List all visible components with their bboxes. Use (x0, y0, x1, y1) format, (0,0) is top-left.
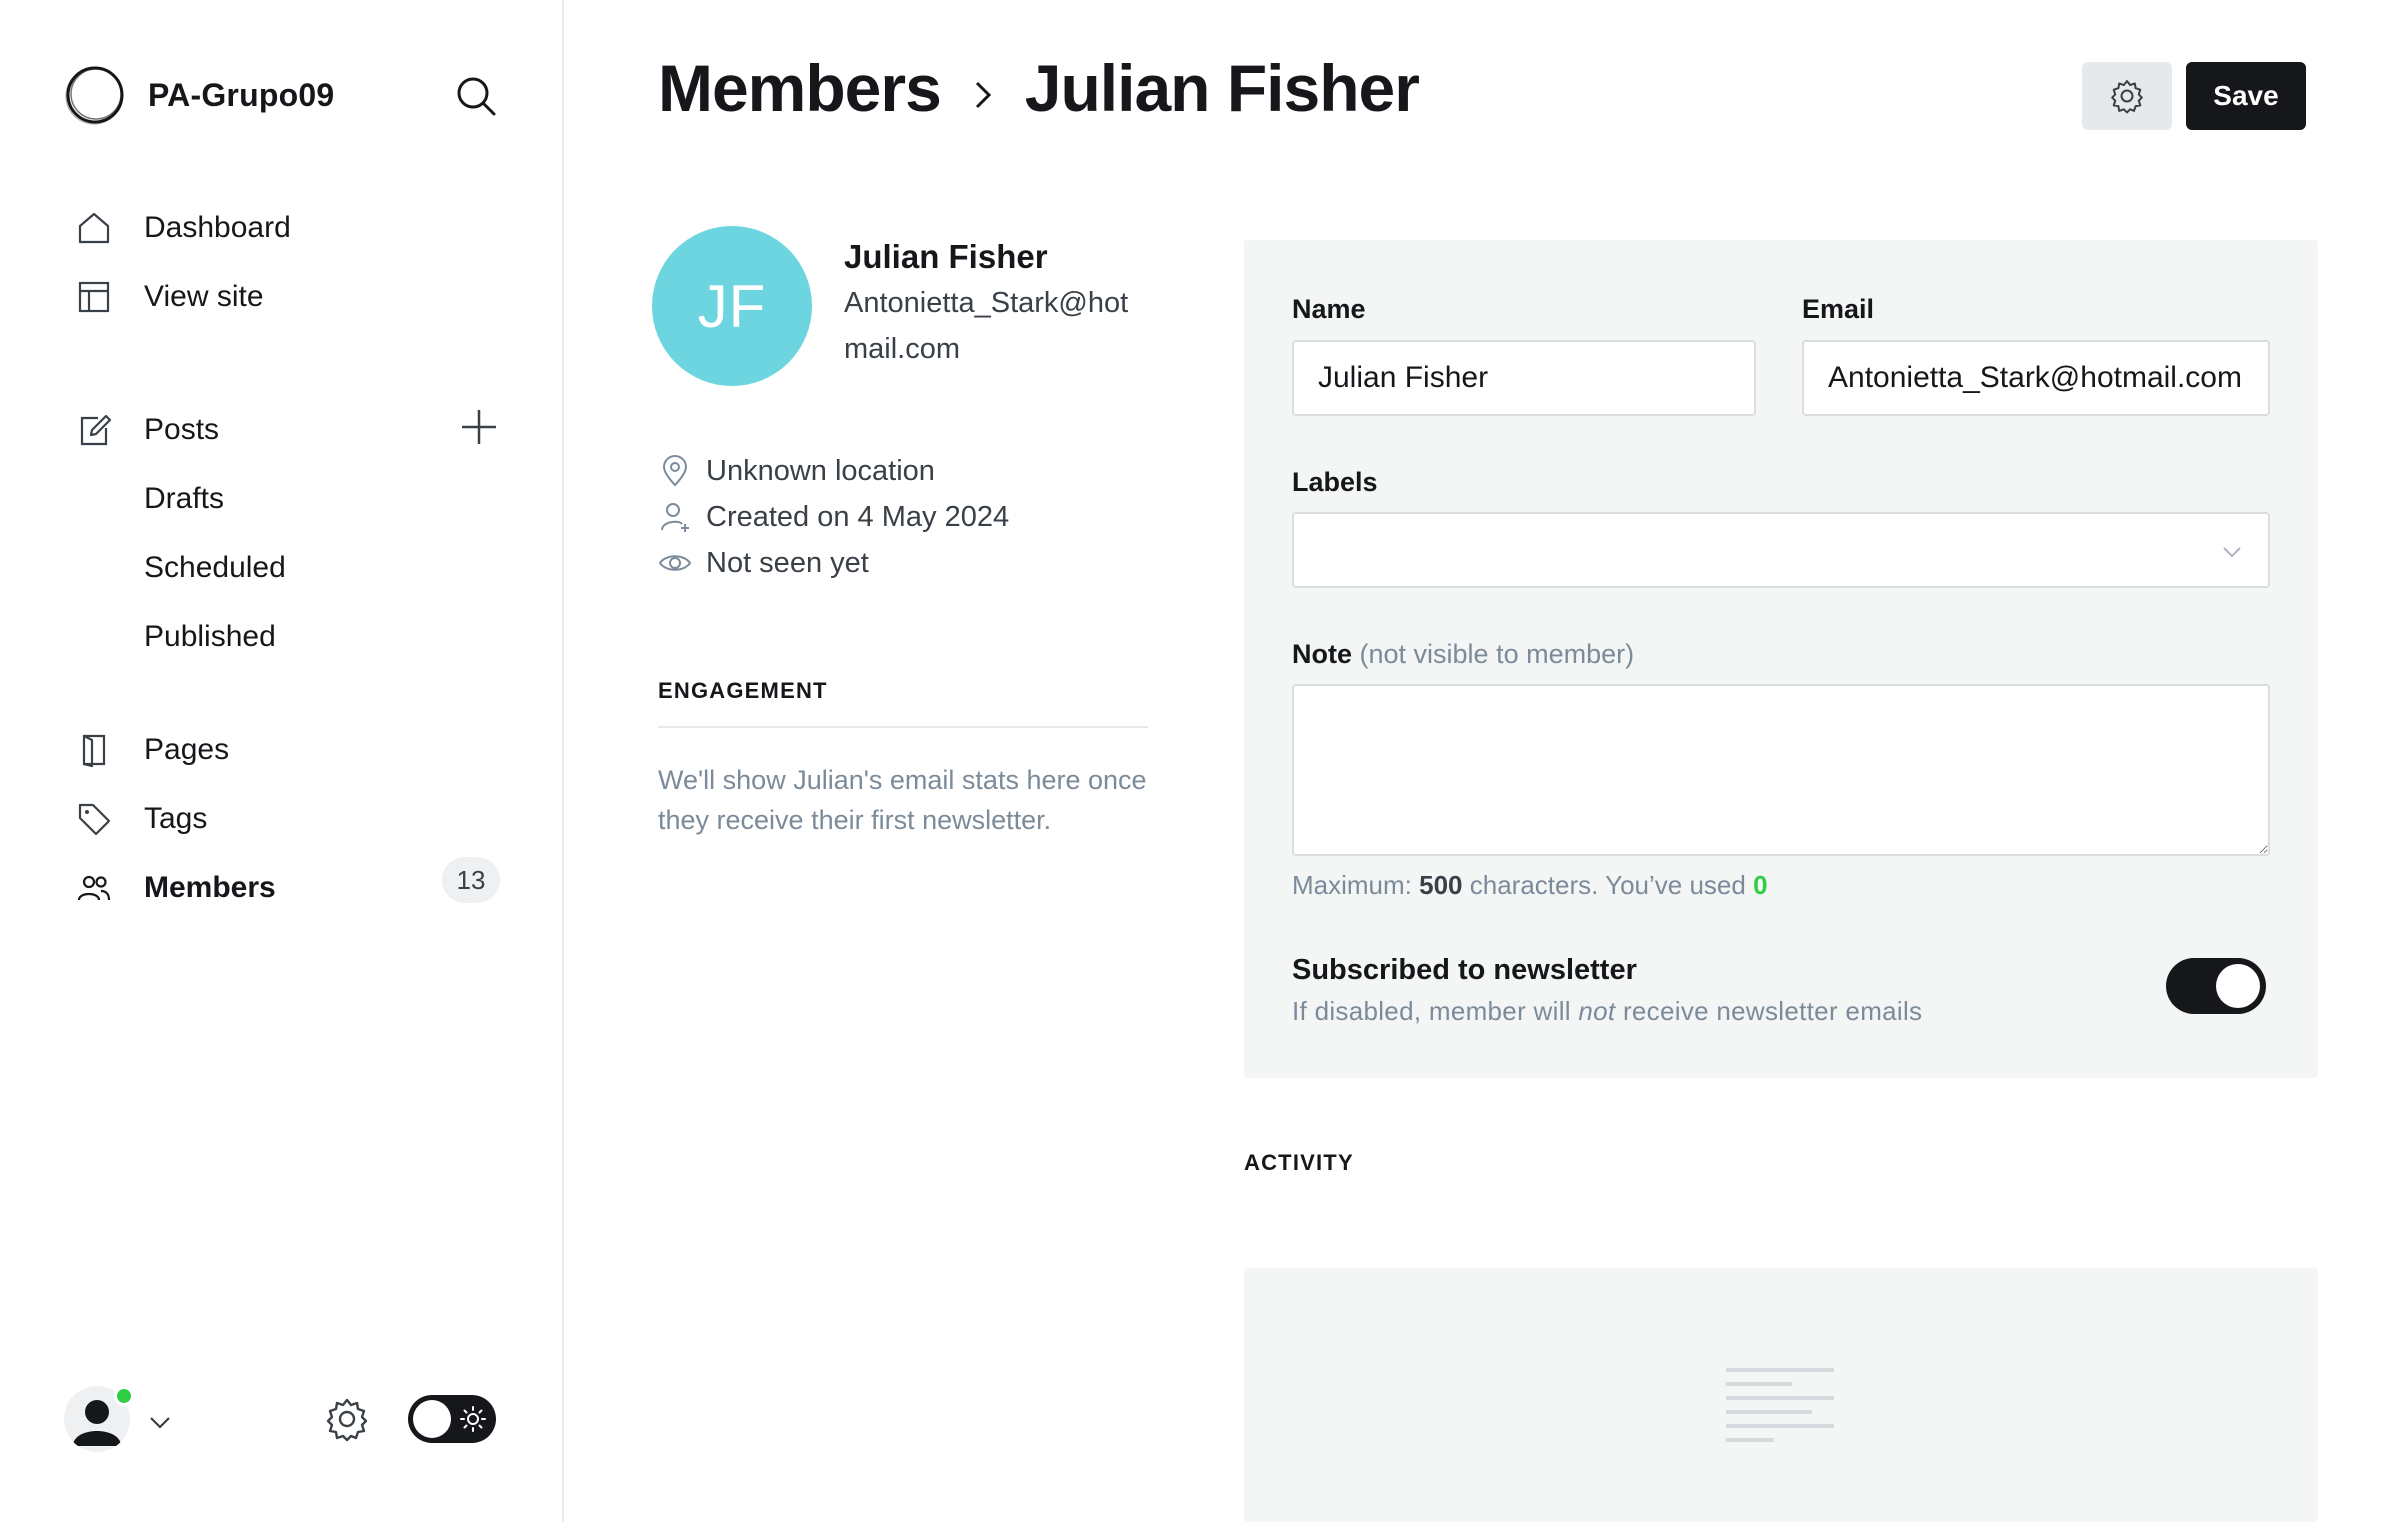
search-icon[interactable] (452, 72, 500, 120)
chevron-down-icon[interactable] (146, 1408, 174, 1436)
breadcrumb-members-link[interactable]: Members (658, 50, 942, 126)
name-field[interactable] (1292, 340, 1756, 416)
location-text: Unknown location (706, 454, 935, 487)
sun-icon (460, 1406, 486, 1432)
members-icon (74, 868, 114, 908)
sidebar-item-label: Posts (144, 413, 220, 446)
chevron-right-icon (975, 81, 991, 109)
member-avatar: JF (652, 226, 812, 386)
sidebar-item-label: View site (144, 280, 264, 313)
labels-label: Labels (1292, 467, 1378, 497)
created-text: Created on 4 May 2024 (706, 500, 1010, 533)
engagement-text: We'll show Julian's email stats here onc… (658, 765, 1147, 835)
divider (658, 726, 1148, 728)
location-pin-icon (662, 455, 688, 487)
sidebar-item-tags[interactable]: Tags (74, 794, 207, 844)
page-icon (74, 730, 114, 770)
sidebar-item-drafts[interactable]: Drafts (144, 474, 224, 524)
new-post-plus-icon[interactable] (458, 406, 500, 448)
online-status-dot (114, 1386, 134, 1406)
sidebar-item-label: Published (144, 620, 276, 653)
hint-prefix: Maximum: (1292, 870, 1412, 900)
toggle-knob (2216, 964, 2260, 1008)
members-count-badge: 13 (442, 857, 500, 903)
activity-empty-state-icon (1726, 1368, 1834, 1442)
layout-icon (74, 277, 114, 317)
brand[interactable]: PA-Grupo09 (64, 64, 334, 126)
sidebar-item-view-site[interactable]: View site (74, 272, 264, 322)
note-textarea[interactable] (1292, 684, 2270, 856)
sidebar-item-posts[interactable]: Posts (74, 405, 219, 455)
newsletter-toggle[interactable] (2166, 958, 2266, 1014)
hint-used: 0 (1753, 870, 1768, 900)
member-settings-button[interactable] (2082, 62, 2172, 130)
email-field[interactable] (1802, 340, 2270, 416)
toggle-knob (413, 1400, 451, 1438)
sidebar-item-label: Pages (144, 733, 230, 766)
page-title: Julian Fisher (1024, 51, 1420, 125)
newsletter-title: Subscribed to newsletter (1292, 954, 1637, 986)
site-name: PA-Grupo09 (148, 76, 335, 113)
settings-gear-icon[interactable] (324, 1396, 370, 1442)
sidebar-item-published[interactable]: Published (144, 612, 276, 662)
sidebar-item-dashboard[interactable]: Dashboard (74, 203, 291, 253)
note-char-hint: Maximum: 500 characters. You’ve used 0 (1292, 870, 1768, 901)
sidebar: PA-Grupo09 Dashboard View site Posts Dra… (0, 0, 564, 1522)
note-sublabel: (not visible to member) (1359, 639, 1635, 669)
site-logo-icon (65, 66, 124, 125)
note-label-text: Note (1292, 639, 1352, 669)
hint-max: 500 (1419, 870, 1463, 900)
sidebar-item-pages[interactable]: Pages (74, 725, 229, 775)
name-label: Name (1292, 294, 1366, 324)
save-button[interactable]: Save (2186, 62, 2306, 130)
user-add-icon (661, 503, 689, 532)
sidebar-item-label: Scheduled (144, 551, 286, 584)
member-created: Created on 4 May 2024 (658, 500, 1009, 534)
sidebar-item-label: Members (144, 871, 276, 904)
member-email: Antonietta_Stark@hotmail.com (844, 287, 1129, 365)
sidebar-item-label: Drafts (144, 482, 225, 515)
sidebar-item-members[interactable]: Members (74, 863, 276, 913)
eye-icon (658, 555, 692, 571)
newsletter-desc-emph: not (1578, 996, 1616, 1026)
chevron-down-icon (2223, 547, 2241, 558)
hint-middle: characters. You’ve used (1469, 870, 1746, 900)
member-last-seen: Not seen yet (658, 546, 869, 580)
email-label: Email (1802, 294, 1875, 324)
sidebar-item-scheduled[interactable]: Scheduled (144, 543, 286, 593)
gear-icon (2111, 80, 2143, 114)
last-seen-text: Not seen yet (706, 546, 869, 579)
newsletter-desc-after: receive newsletter emails (1622, 996, 1923, 1026)
breadcrumb: Members Julian Fisher (658, 50, 1420, 126)
member-location: Unknown location (658, 454, 935, 488)
sidebar-item-label: Tags (144, 802, 208, 835)
note-label: Note (not visible to member) (1292, 639, 1634, 670)
newsletter-description: If disabled, member will not receive new… (1292, 996, 1922, 1027)
sidebar-item-label: Dashboard (144, 211, 291, 244)
newsletter-desc-before: If disabled, member will (1292, 996, 1571, 1026)
labels-select[interactable] (1292, 512, 2270, 588)
home-icon (74, 208, 114, 248)
theme-toggle[interactable] (408, 1395, 496, 1443)
activity-heading: ACTIVITY (1244, 1150, 1354, 1175)
member-name: Julian Fisher (844, 238, 1048, 275)
edit-icon (74, 410, 114, 450)
engagement-heading: ENGAGEMENT (658, 678, 828, 703)
tag-icon (74, 799, 114, 839)
